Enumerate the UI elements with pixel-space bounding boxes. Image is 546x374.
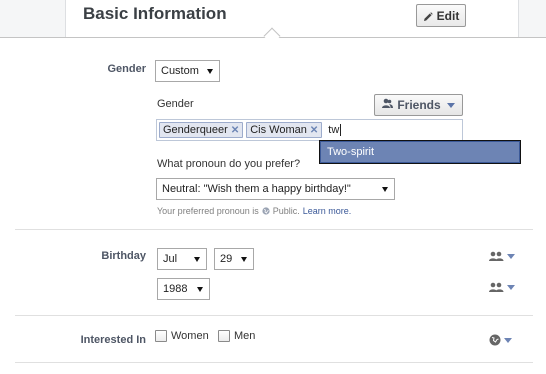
- gender-select[interactable]: Custom: [155, 60, 220, 82]
- chevron-down-icon: [507, 254, 515, 259]
- typed-value: tw: [328, 124, 340, 136]
- section-divider: [15, 362, 533, 363]
- friends-icon: [489, 282, 504, 292]
- close-icon[interactable]: ✕: [231, 125, 239, 136]
- pronoun-select-value: Neutral: "Wish them a happy birthday!": [162, 183, 351, 195]
- text-cursor: [340, 124, 342, 136]
- globe-icon: [489, 334, 501, 346]
- friends-icon: [382, 98, 394, 112]
- edit-button[interactable]: Edit: [416, 4, 466, 27]
- audience-selector-button[interactable]: Friends: [374, 94, 463, 116]
- birthday-day-select[interactable]: 29: [214, 248, 254, 270]
- learn-more-link[interactable]: Learn more.: [303, 206, 352, 216]
- privacy-value: Public.: [272, 206, 300, 216]
- chevron-down-icon: [446, 102, 455, 108]
- gender-token: Genderqueer ✕: [159, 122, 244, 138]
- interested-in-audience[interactable]: [489, 334, 512, 346]
- right-gutter: [518, 0, 546, 38]
- birthday-month-value: Jul: [163, 253, 178, 265]
- interested-women-option[interactable]: Women: [155, 330, 209, 342]
- edit-label: Edit: [436, 8, 460, 23]
- gender-token: Cis Woman ✕: [246, 122, 323, 138]
- chevron-down-icon: [207, 68, 213, 74]
- custom-gender-input[interactable]: Genderqueer ✕ Cis Woman ✕ tw: [156, 119, 463, 141]
- chevron-down-icon: [504, 337, 512, 343]
- token-label: Cis Woman: [250, 124, 307, 136]
- chevron-down-icon: [194, 256, 200, 262]
- globe-icon: [262, 207, 270, 215]
- men-checkbox[interactable]: [218, 330, 230, 342]
- suggestion-item[interactable]: Two-spirit: [319, 140, 521, 164]
- custom-gender-label: Gender: [157, 98, 194, 110]
- women-checkbox[interactable]: [155, 330, 167, 342]
- left-gutter: [0, 0, 66, 38]
- chevron-down-icon: [507, 285, 515, 290]
- birthday-year-value: 1988: [163, 283, 188, 295]
- gender-select-value: Custom: [161, 65, 199, 77]
- pencil-icon: [423, 11, 433, 21]
- friends-icon: [489, 251, 504, 261]
- birthday-month-select[interactable]: Jul: [157, 248, 207, 270]
- birthday-year-select[interactable]: 1988: [157, 278, 210, 300]
- section-divider: [15, 315, 533, 316]
- chevron-down-icon: [197, 286, 203, 292]
- close-icon[interactable]: ✕: [310, 125, 318, 136]
- typed-text: tw: [328, 124, 342, 136]
- audience-label: Friends: [397, 98, 441, 112]
- interested-in-label: Interested In: [80, 334, 146, 346]
- gender-label: Gender: [107, 63, 146, 75]
- pronoun-question: What pronoun do you prefer?: [157, 158, 301, 170]
- interested-men-option[interactable]: Men: [218, 330, 255, 342]
- chevron-down-icon: [382, 186, 388, 192]
- privacy-prefix: Your preferred pronoun is: [157, 206, 259, 216]
- birthday-date-audience[interactable]: [489, 251, 515, 262]
- page-title: Basic Information: [83, 4, 227, 23]
- pronoun-select[interactable]: Neutral: "Wish them a happy birthday!": [156, 178, 395, 200]
- token-label: Genderqueer: [163, 124, 228, 136]
- chevron-down-icon: [241, 256, 247, 262]
- birthday-label: Birthday: [101, 250, 146, 262]
- men-label: Men: [234, 330, 256, 342]
- pronoun-privacy-note: Your preferred pronoun is Public. Learn …: [157, 206, 351, 216]
- birthday-day-value: 29: [220, 253, 233, 265]
- women-label: Women: [171, 330, 209, 342]
- birthday-year-audience[interactable]: [489, 282, 515, 293]
- section-divider: [15, 229, 533, 230]
